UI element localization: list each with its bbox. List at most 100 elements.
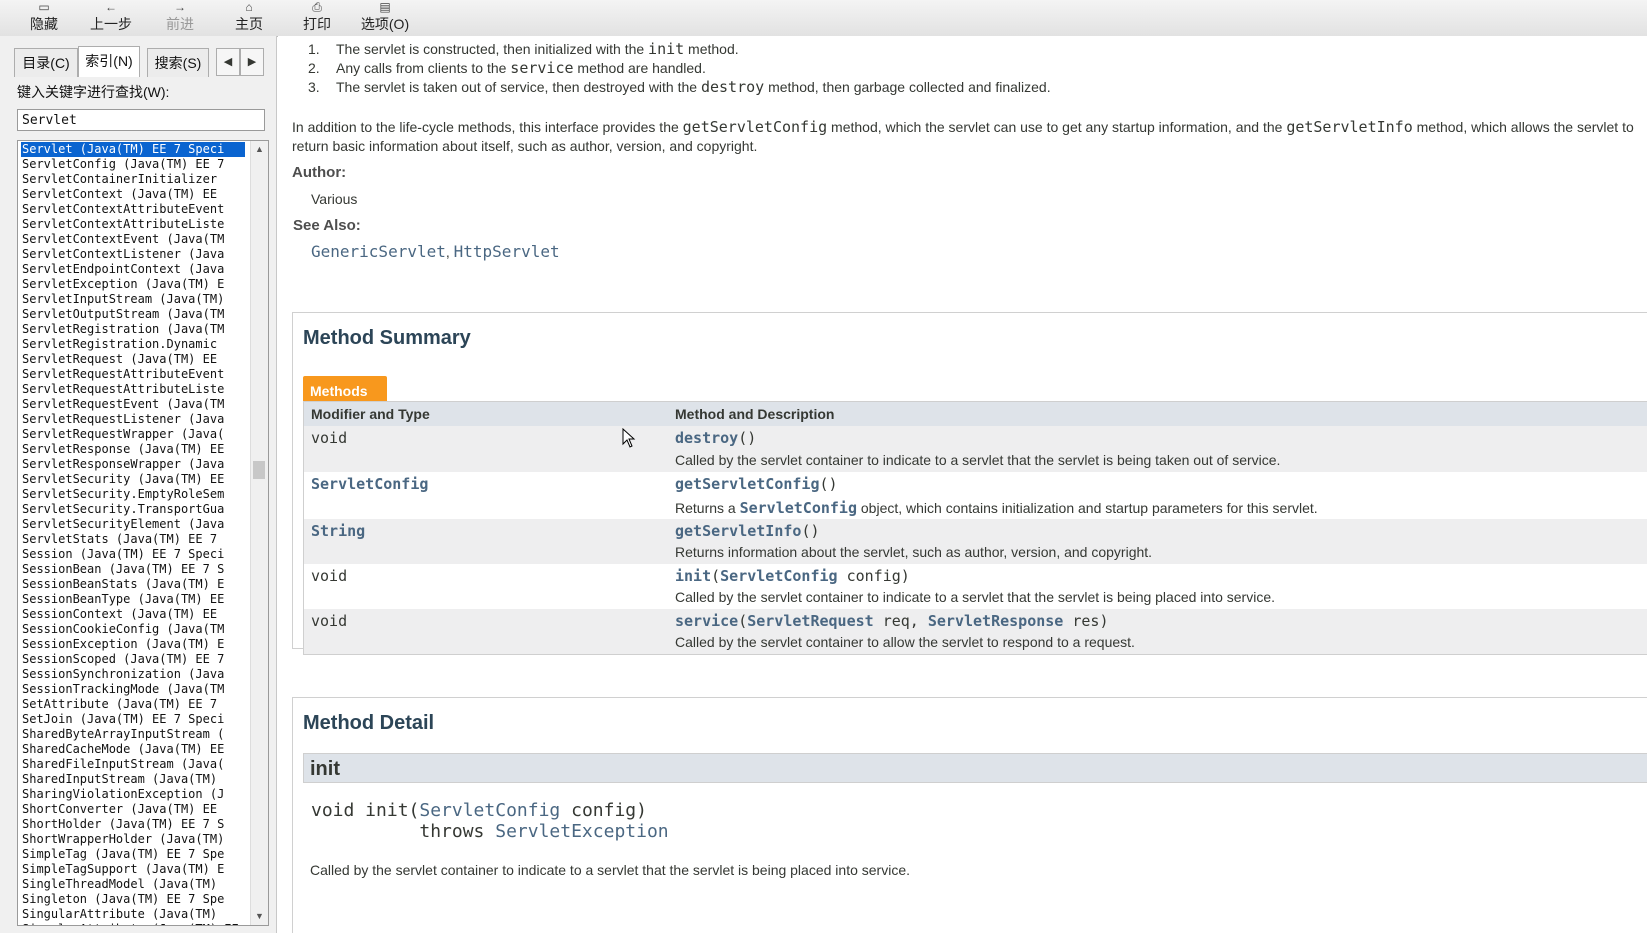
method-link-service[interactable]: service — [675, 612, 738, 630]
index-list-item[interactable]: ServletResponseWrapper (Java — [21, 457, 245, 472]
index-list-item[interactable]: SessionCookieConfig (Java(TM — [21, 622, 245, 637]
index-list-item[interactable]: SharedFileInputStream (Java( — [21, 757, 245, 772]
home-button[interactable]: ⌂ 主页 — [232, 0, 266, 36]
index-list-item[interactable]: ServletRequest (Java(TM) EE — [21, 352, 245, 367]
keyword-input[interactable]: Servlet — [17, 109, 265, 131]
index-list-item[interactable]: SimpleTag (Java(TM) EE 7 Spe — [21, 847, 245, 862]
hide-icon: ▭ — [38, 0, 50, 14]
index-list-item[interactable]: ServletSecurityElement (Java — [21, 517, 245, 532]
index-list-item[interactable]: Session (Java(TM) EE 7 Speci — [21, 547, 245, 562]
type-link-servletconfig[interactable]: ServletConfig — [720, 567, 837, 585]
methods-tab[interactable]: Methods — [303, 376, 387, 401]
table-header: Modifier and Type Method and Description — [304, 402, 1647, 426]
type-link-string[interactable]: String — [311, 522, 365, 540]
mouse-cursor-icon — [622, 427, 636, 453]
method-detail-description: Called by the servlet container to indic… — [310, 862, 910, 878]
index-list-item[interactable]: SessionBeanStats (Java(TM) E — [21, 577, 245, 592]
print-button[interactable]: ⎙ 打印 — [300, 0, 334, 36]
method-summary-title: Method Summary — [303, 327, 471, 349]
hide-button[interactable]: ▭ 隐藏 — [28, 0, 60, 36]
index-list-item[interactable]: SetAttribute (Java(TM) EE 7 — [21, 697, 245, 712]
index-list-item[interactable]: ServletContextEvent (Java(TM — [21, 232, 245, 247]
index-list-item[interactable]: ServletRequestEvent (Java(TM — [21, 397, 245, 412]
index-list-item[interactable]: ServletInputStream (Java(TM) — [21, 292, 245, 307]
method-link-getservletconfig[interactable]: getServletConfig — [675, 475, 820, 493]
link-genericservlet[interactable]: GenericServlet — [311, 242, 446, 261]
index-list-item[interactable]: SessionException (Java(TM) E — [21, 637, 245, 652]
link-httpservlet[interactable]: HttpServlet — [454, 242, 560, 261]
index-list-item[interactable]: SessionBean (Java(TM) EE 7 S — [21, 562, 245, 577]
index-list-item[interactable]: SessionTrackingMode (Java(TM — [21, 682, 245, 697]
index-list-item[interactable]: SharedByteArrayInputStream ( — [21, 727, 245, 742]
index-list-item[interactable]: SessionScoped (Java(TM) EE 7 — [21, 652, 245, 667]
index-list-scrollbar[interactable]: ▲ ▼ — [250, 141, 268, 925]
method-summary-section: Method Summary Methods Modifier and Type… — [292, 312, 1647, 655]
author-label: Author: — [292, 164, 347, 181]
type-link-servletconfig[interactable]: ServletConfig — [740, 499, 857, 517]
index-list-item[interactable]: SessionSynchronization (Java — [21, 667, 245, 682]
index-list-item[interactable]: ServletSecurity.EmptyRoleSem — [21, 487, 245, 502]
see-also-label: See Also: — [293, 217, 361, 234]
forward-button[interactable]: → 前进 — [164, 0, 196, 36]
index-list-item[interactable]: SingularAttribute (Java(TM) — [21, 907, 245, 922]
index-list-item[interactable]: ServletRegistration.Dynamic — [21, 337, 245, 352]
index-list[interactable]: Servlet (Java(TM) EE 7 Speci ServletConfi… — [17, 140, 269, 926]
tab-contents[interactable]: 目录(C) — [14, 48, 78, 77]
index-list-item[interactable]: SetJoin (Java(TM) EE 7 Speci — [21, 712, 245, 727]
type-link-servletexception[interactable]: ServletException — [495, 821, 668, 842]
index-list-item[interactable]: ServletRequestAttributeEvent — [21, 367, 245, 382]
scroll-down-icon[interactable]: ▼ — [251, 908, 268, 925]
type-link-servletrequest[interactable]: ServletRequest — [747, 612, 873, 630]
index-list-item[interactable]: ServletRequestAttributeListe — [21, 382, 245, 397]
index-list-item[interactable]: ServletContainerInitializer — [21, 172, 245, 187]
tab-scroll-right-button[interactable]: ▶ — [240, 48, 264, 76]
caret-left-icon: ◀ — [223, 56, 233, 68]
method-link-getservletinfo[interactable]: getServletInfo — [675, 522, 801, 540]
index-list-item[interactable]: SharingViolationException (J — [21, 787, 245, 802]
home-icon: ⌂ — [245, 0, 253, 14]
index-list-item[interactable]: ServletSecurity (Java(TM) EE — [21, 472, 245, 487]
index-list-item[interactable]: ServletRegistration (Java(TM — [21, 322, 245, 337]
index-list-item[interactable]: SingleThreadModel (Java(TM) — [21, 877, 245, 892]
index-list-item[interactable]: ShortConverter (Java(TM) EE — [21, 802, 245, 817]
index-list-item[interactable]: ServletException (Java(TM) E — [21, 277, 245, 292]
index-list-item[interactable]: ServletContextAttributeListe — [21, 217, 245, 232]
method-link-init[interactable]: init — [675, 567, 711, 585]
index-list-item[interactable]: SharedInputStream (Java(TM) — [21, 772, 245, 787]
index-list-item[interactable]: ServletContextListener (Java — [21, 247, 245, 262]
scroll-up-icon[interactable]: ▲ — [251, 141, 268, 158]
index-list-item[interactable]: ServletConfig (Java(TM) EE 7 — [21, 157, 245, 172]
index-list-item[interactable]: SessionContext (Java(TM) EE — [21, 607, 245, 622]
index-list-item[interactable]: SimpleTagSupport (Java(TM) E — [21, 862, 245, 877]
type-link-servletresponse[interactable]: ServletResponse — [928, 612, 1063, 630]
type-link-servletconfig[interactable]: ServletConfig — [311, 475, 428, 493]
back-button[interactable]: ← 上一步 — [88, 0, 134, 36]
index-list-item[interactable]: ShortWrapperHolder (Java(TM) — [21, 832, 245, 847]
index-list-item[interactable]: SingularAttribute (Java(TM) EE 7 Spe — [21, 922, 245, 925]
type-link-servletconfig[interactable]: ServletConfig — [419, 800, 560, 821]
index-list-item[interactable]: ServletSecurity.TransportGua — [21, 502, 245, 517]
index-list-item[interactable]: ServletContext (Java(TM) EE — [21, 187, 245, 202]
index-list-item[interactable]: SharedCacheMode (Java(TM) EE — [21, 742, 245, 757]
method-link-destroy[interactable]: destroy — [675, 429, 738, 447]
index-list-item[interactable]: ServletRequestListener (Java — [21, 412, 245, 427]
index-list-item[interactable]: ServletResponse (Java(TM) EE — [21, 442, 245, 457]
index-list-item[interactable]: Singleton (Java(TM) EE 7 Spe — [21, 892, 245, 907]
tab-index[interactable]: 索引(N) — [78, 46, 140, 77]
index-list-item[interactable]: Servlet (Java(TM) EE 7 Speci — [21, 142, 245, 157]
index-list-items: Servlet (Java(TM) EE 7 Speci ServletConfi… — [21, 142, 245, 925]
author-value: Various — [311, 191, 358, 207]
tab-scroll-left-button[interactable]: ◀ — [216, 48, 240, 76]
index-list-item[interactable]: SessionBeanType (Java(TM) EE — [21, 592, 245, 607]
help-toolbar: ▭ 隐藏 ← 上一步 → 前进 ⌂ 主页 ⎙ 打印 ▤ 选项(O) — [0, 0, 1647, 37]
index-list-item[interactable]: ServletStats (Java(TM) EE 7 — [21, 532, 245, 547]
scroll-thumb[interactable] — [253, 461, 265, 479]
table-row: void service(ServletRequest req, Servlet… — [304, 609, 1647, 654]
index-list-item[interactable]: ShortHolder (Java(TM) EE 7 S — [21, 817, 245, 832]
index-list-item[interactable]: ServletOutputStream (Java(TM — [21, 307, 245, 322]
options-button[interactable]: ▤ 选项(O) — [358, 0, 412, 36]
index-list-item[interactable]: ServletContextAttributeEvent — [21, 202, 245, 217]
index-list-item[interactable]: ServletRequestWrapper (Java( — [21, 427, 245, 442]
index-list-item[interactable]: ServletEndpointContext (Java — [21, 262, 245, 277]
tab-search[interactable]: 搜索(S) — [147, 48, 209, 77]
